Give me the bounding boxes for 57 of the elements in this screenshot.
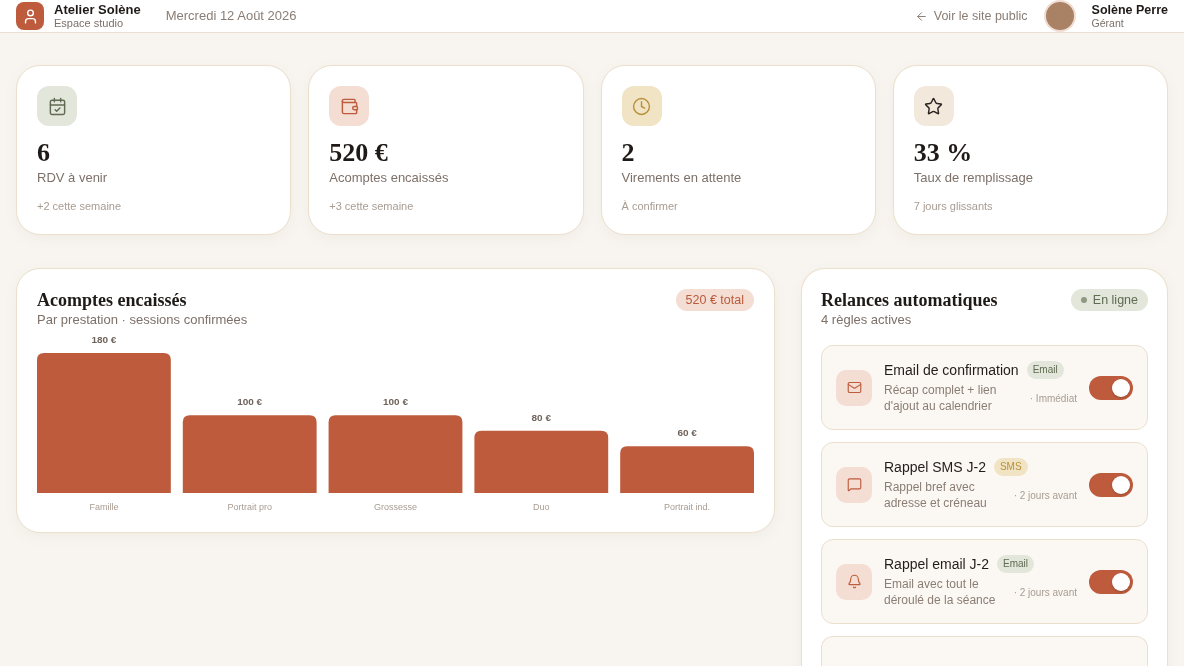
- toggle-switch[interactable]: [1089, 472, 1133, 497]
- card-subtitle: 4 règles actives: [821, 311, 913, 329]
- value-label: 100 €: [237, 396, 263, 408]
- star-icon: [913, 86, 954, 126]
- stat-value: 6: [37, 138, 50, 168]
- clock-icon: [621, 86, 662, 126]
- rule-description: Email avec tout le déroulé de la séance: [884, 576, 997, 608]
- stat-value: 520 €: [329, 138, 388, 168]
- stat-value: 33 %: [913, 138, 973, 168]
- studio-subtitle: Espace studio: [54, 16, 125, 30]
- rule-title: Rappel SMS J-2: [884, 458, 986, 476]
- channel-badge: Email: [997, 555, 1035, 573]
- stat-note: +3 cette semaine: [329, 199, 414, 214]
- chat-bubble-icon: [836, 466, 872, 503]
- stat-note: 7 jours glissants: [913, 199, 993, 214]
- rule-title: Email de confirmation: [884, 361, 1019, 379]
- card-subtitle: Par prestation · sessions confirmées: [37, 311, 249, 329]
- stat-note: +2 cette semaine: [37, 199, 122, 214]
- rule-timing: · 2 jours avant: [1013, 585, 1077, 600]
- value-label: 80 €: [531, 411, 551, 423]
- rule-timing: · 2 jours avant: [1013, 488, 1077, 503]
- stat-label: RDV à venir: [37, 169, 108, 187]
- public-site-link[interactable]: Voir le site public: [914, 6, 1028, 26]
- value-label: 60 €: [677, 427, 697, 439]
- value-label: 100 €: [383, 396, 408, 408]
- user-role: Gérant: [1091, 16, 1125, 30]
- rule-description: Récap complet + lien d'ajout au calendrier: [884, 382, 998, 414]
- card-title: Relances automatiques: [821, 289, 998, 311]
- toggle-switch[interactable]: [1089, 569, 1133, 594]
- stat-label: Acomptes encaissés: [329, 169, 449, 187]
- rule-title: Rappel email J-2: [884, 555, 990, 573]
- channel-badge: Email: [1026, 361, 1064, 379]
- current-date: Mercredi 12 Août 2026: [165, 7, 297, 26]
- category-label: Famille: [88, 501, 120, 513]
- category-label: Portrait pro: [226, 501, 273, 513]
- stat-label: Virements en attente: [621, 169, 742, 187]
- rule-timing: · Immédiat: [1029, 391, 1077, 406]
- stat-value: 2: [621, 138, 635, 168]
- stat-label: Taux de remplissage: [913, 169, 1033, 187]
- status-badge: En ligne: [1070, 289, 1148, 311]
- value-label: 180 €: [91, 334, 117, 346]
- calendar-icon: [37, 86, 77, 126]
- envelope-icon: [836, 369, 872, 406]
- card-title: Acomptes encaissés: [37, 289, 187, 311]
- user-name: Solène Perre: [1091, 2, 1168, 17]
- channel-badge: SMS: [993, 458, 1028, 476]
- toggle-switch[interactable]: [1089, 375, 1133, 400]
- wallet-icon: [329, 86, 370, 126]
- stat-note: À confirmer: [621, 199, 678, 214]
- rule-description: Rappel bref avec adresse et créneau: [884, 479, 988, 511]
- arrow-left-icon: [914, 9, 928, 23]
- category-label: Grossesse: [373, 501, 418, 513]
- category-label: Duo: [532, 501, 551, 513]
- total-badge: 520 € total: [675, 289, 754, 311]
- bell-icon: [836, 563, 872, 600]
- category-label: Portrait ind.: [663, 501, 712, 513]
- studio-name: Atelier Solène: [54, 2, 141, 17]
